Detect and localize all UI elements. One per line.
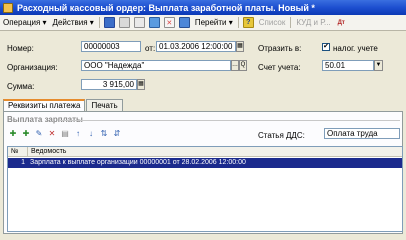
sum-label: Сумма: (7, 82, 35, 91)
window-title: Расходный кассовый ордер: Выплата зарабо… (17, 2, 315, 13)
post-icon[interactable] (148, 17, 160, 28)
organization-field[interactable]: ООО "Надежда" (81, 60, 231, 71)
copy-row-icon[interactable]: ✚ (21, 129, 31, 139)
list-button[interactable]: Список (256, 16, 289, 30)
toolbar: Операция ▾ Действия ▾ ✕ Перейти ▾ ? Спис… (0, 15, 406, 31)
tax-accounting-checkbox[interactable]: ✔ (322, 43, 330, 51)
row-statement: Зарплата к выплате организации 00000001 … (30, 159, 246, 166)
account-label: Счет учета: (258, 63, 301, 72)
calculator-icon[interactable]: ▦ (137, 79, 145, 90)
document-icon (3, 2, 13, 13)
table-row[interactable]: 1 Зарплата к выплате организации 0000000… (8, 158, 402, 168)
title-bar: Расходный кассовый ордер: Выплата зарабо… (0, 0, 406, 15)
number-field[interactable]: 00000003 (81, 41, 141, 52)
kudir-button[interactable]: КУД и Р... (293, 16, 333, 30)
goto-menu[interactable]: Перейти ▾ (192, 16, 236, 30)
dt-kt-icon[interactable]: Дт (336, 17, 347, 28)
move-up-icon[interactable]: ↑ (73, 129, 83, 139)
move-down-icon[interactable]: ↓ (86, 129, 96, 139)
edit-row-icon[interactable]: ✎ (34, 129, 44, 139)
grid-toolbar: ✚ ✚ ✎ ✕ ▤ ↑ ↓ ⇅ ⇵ (8, 128, 125, 140)
toolbar-separator (290, 17, 292, 28)
select-organization-button[interactable]: … (231, 60, 239, 71)
row-number: 1 (21, 159, 25, 166)
operation-menu[interactable]: Операция ▾ (0, 16, 50, 30)
chevron-down-icon[interactable]: ▼ (374, 60, 383, 71)
add-row-icon[interactable]: ✚ (8, 129, 18, 139)
unpost-icon[interactable]: ✕ (163, 17, 175, 28)
sort-asc-icon[interactable]: ⇅ (99, 129, 109, 139)
date-field[interactable]: 01.03.2006 12:00:00 (156, 41, 236, 52)
calendar-icon[interactable]: ▦ (236, 41, 244, 52)
tax-accounting-label: налог. учете (333, 44, 378, 53)
reflect-label: Отразить в: (258, 44, 302, 53)
delete-row-icon[interactable]: ✕ (47, 129, 57, 139)
end-edit-icon[interactable]: ▤ (60, 129, 70, 139)
save-write-icon[interactable] (118, 17, 130, 28)
column-header-number[interactable]: № (8, 147, 28, 156)
toolbar-separator (237, 17, 239, 28)
table-header: № Ведомость (8, 147, 402, 157)
copy-icon[interactable] (133, 17, 145, 28)
organization-label: Организация: (7, 63, 58, 72)
dds-field[interactable]: Оплата труда (324, 128, 400, 139)
toolbar-separator (98, 17, 100, 28)
dds-label: Статья ДДС: (258, 131, 305, 140)
statements-table[interactable]: № Ведомость 1 Зарплата к выплате организ… (7, 146, 403, 232)
account-field[interactable]: 50.01 (322, 60, 374, 71)
help-icon[interactable]: ? (242, 17, 254, 28)
number-label: Номер: (7, 44, 34, 53)
column-header-statement[interactable]: Ведомость (28, 147, 402, 156)
save-icon[interactable] (103, 17, 115, 28)
open-organization-icon[interactable]: Q (239, 60, 247, 71)
sort-desc-icon[interactable]: ⇵ (112, 129, 122, 139)
actions-menu[interactable]: Действия ▾ (50, 16, 97, 30)
date-prefix-label: от: (145, 44, 156, 53)
structure-icon[interactable] (178, 17, 190, 28)
section-divider (60, 120, 400, 121)
sum-field[interactable]: 3 915,00 (81, 79, 137, 90)
